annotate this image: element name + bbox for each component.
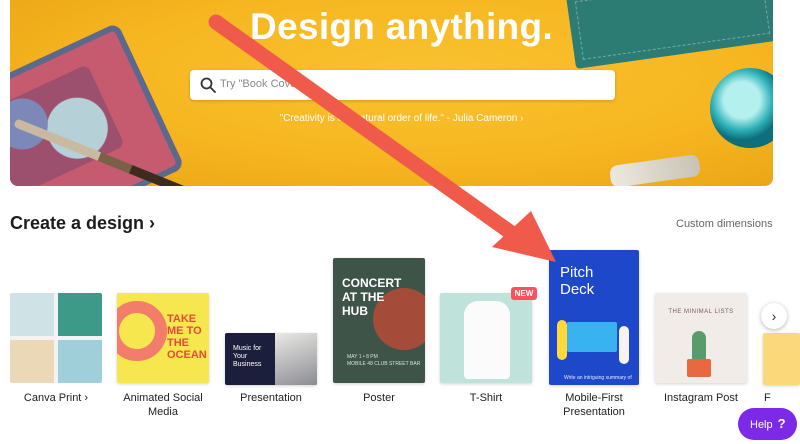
thumb-text: THE MINIMAL LISTS xyxy=(668,309,734,315)
hero-quote-link[interactable]: "Creativity is the natural order of life… xyxy=(10,113,773,124)
new-badge: NEW xyxy=(511,287,537,300)
help-label: Help xyxy=(750,419,773,431)
template-animated-social-media[interactable]: TAKE ME TO THE OCEAN xyxy=(117,293,209,383)
hero-banner: Design anything. Try "Book Cover "Creati… xyxy=(10,0,773,186)
paint-tube-image xyxy=(608,153,702,186)
template-mobile-first-presentation[interactable]: Pitch Deck Write an intriguing summary o… xyxy=(549,250,639,385)
help-button[interactable]: Help? xyxy=(738,408,797,440)
template-canva-print[interactable] xyxy=(10,293,102,383)
thumb-figure xyxy=(619,326,629,364)
thumb-text: CONCERT AT THE HUB xyxy=(342,276,402,318)
template-instagram-post[interactable]: THE MINIMAL LISTS xyxy=(655,293,747,383)
pot-image xyxy=(687,359,711,377)
thumb-figure xyxy=(557,320,567,360)
thumb-small-text: MAY 1 • 8 PM MOBILE 48 CLUB STREET BAR xyxy=(347,354,421,367)
template-label-presentation[interactable]: Presentation xyxy=(220,391,322,405)
template-t-shirt[interactable] xyxy=(440,293,532,383)
custom-dimensions-link[interactable]: Custom dimensions xyxy=(676,218,773,230)
thumb-text: Music for Your Business xyxy=(233,345,262,368)
template-presentation[interactable]: Music for Your Business xyxy=(225,333,317,385)
carousel-next-button[interactable]: › xyxy=(761,303,787,329)
template-poster[interactable]: CONCERT AT THE HUB MAY 1 • 8 PM MOBILE 4… xyxy=(333,258,425,383)
search-input[interactable]: Try "Book Cover xyxy=(190,70,615,100)
template-label-mobile-first-presentation[interactable]: Mobile-First Presentation xyxy=(542,391,646,419)
cactus-image xyxy=(692,331,706,361)
question-mark-icon: ? xyxy=(777,416,786,431)
search-icon xyxy=(200,77,216,93)
thumb-text: Pitch Deck xyxy=(560,264,595,298)
template-label-t-shirt[interactable]: T-Shirt xyxy=(435,391,537,405)
hero-title: Design anything. xyxy=(250,6,553,47)
thumb-text: TAKE ME TO THE OCEAN xyxy=(167,313,207,361)
template-label-instagram-post[interactable]: Instagram Post xyxy=(650,391,752,405)
search-placeholder: Try "Book Cover xyxy=(220,78,300,90)
template-label-partial[interactable]: F xyxy=(764,391,784,405)
thumb-small-text: Write an intriguing summary of xyxy=(564,375,632,381)
chevron-right-icon: › xyxy=(771,308,777,324)
life-ring-image xyxy=(117,301,167,361)
template-partial[interactable] xyxy=(763,333,800,385)
water-jar-image xyxy=(710,68,773,148)
thumb-photo xyxy=(275,333,317,385)
template-label-canva-print[interactable]: Canva Print › xyxy=(10,391,102,405)
t-shirt-image xyxy=(464,301,510,379)
thumb-chart-board xyxy=(567,322,617,352)
template-label-poster[interactable]: Poster xyxy=(328,391,430,405)
template-label-animated-social-media[interactable]: Animated Social Media xyxy=(112,391,214,419)
create-a-design-link[interactable]: Create a design › xyxy=(10,213,155,234)
